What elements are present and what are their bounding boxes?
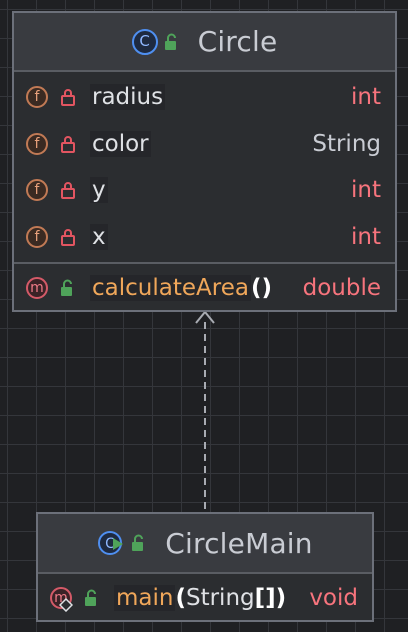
lock-closed-icon — [61, 135, 75, 153]
field-type: int — [351, 84, 381, 111]
class-name-circle: Circle — [197, 25, 278, 58]
class-name-circle-main: CircleMain — [165, 526, 313, 560]
field-name: y — [90, 177, 108, 204]
method-row-calculate-area[interactable]: m calculateArea () double — [26, 264, 381, 312]
lock-closed-icon — [61, 182, 75, 200]
method-row-main[interactable]: m main ( String []) void — [50, 574, 358, 622]
field-type: String — [312, 130, 381, 157]
lock-closed-icon — [61, 89, 75, 107]
class-header-circle[interactable]: C Circle — [14, 13, 395, 72]
method-return-type: void — [309, 585, 358, 611]
method-list: m main ( String []) void — [38, 574, 372, 622]
method-params-close: []) — [254, 585, 287, 611]
method-name: calculateArea — [90, 275, 251, 301]
field-icon: f — [26, 86, 48, 109]
method-list: m calculateArea () double — [14, 264, 395, 312]
method-params: () — [250, 275, 272, 301]
class-icon: C — [131, 28, 158, 55]
static-marker-icon — [59, 598, 73, 612]
method-return-type: double — [302, 275, 381, 301]
field-row-y[interactable]: f y int — [26, 167, 381, 214]
field-name: color — [90, 130, 151, 157]
lock-open-icon — [164, 33, 176, 50]
field-icon: f — [26, 132, 48, 155]
method-icon: m — [26, 277, 48, 299]
lock-closed-icon — [61, 228, 75, 246]
runnable-class-icon: C — [98, 531, 124, 555]
field-name: x — [90, 223, 108, 250]
class-box-circle-main[interactable]: C CircleMain m main ( String []) void — [36, 512, 374, 622]
field-name: radius — [90, 84, 166, 111]
field-row-color[interactable]: f color String — [26, 121, 381, 168]
field-icon: f — [26, 179, 48, 202]
inheritance-arrowhead — [195, 310, 215, 324]
method-name: main — [114, 585, 176, 611]
field-type: int — [351, 223, 381, 250]
method-param-type: String — [185, 585, 255, 611]
field-icon: f — [26, 225, 48, 248]
field-list: f radius int f color String f y int f x … — [14, 72, 395, 264]
lock-open-icon — [85, 589, 96, 606]
class-box-circle[interactable]: C Circle f radius int f color String f y… — [12, 11, 397, 312]
field-row-x[interactable]: f x int — [26, 214, 381, 261]
class-header-circle-main[interactable]: C CircleMain — [38, 514, 372, 574]
field-row-radius[interactable]: f radius int — [26, 74, 381, 121]
field-type: int — [351, 177, 381, 204]
lock-open-icon — [132, 534, 144, 551]
method-params-open: ( — [175, 585, 186, 611]
lock-open-icon — [61, 279, 72, 296]
